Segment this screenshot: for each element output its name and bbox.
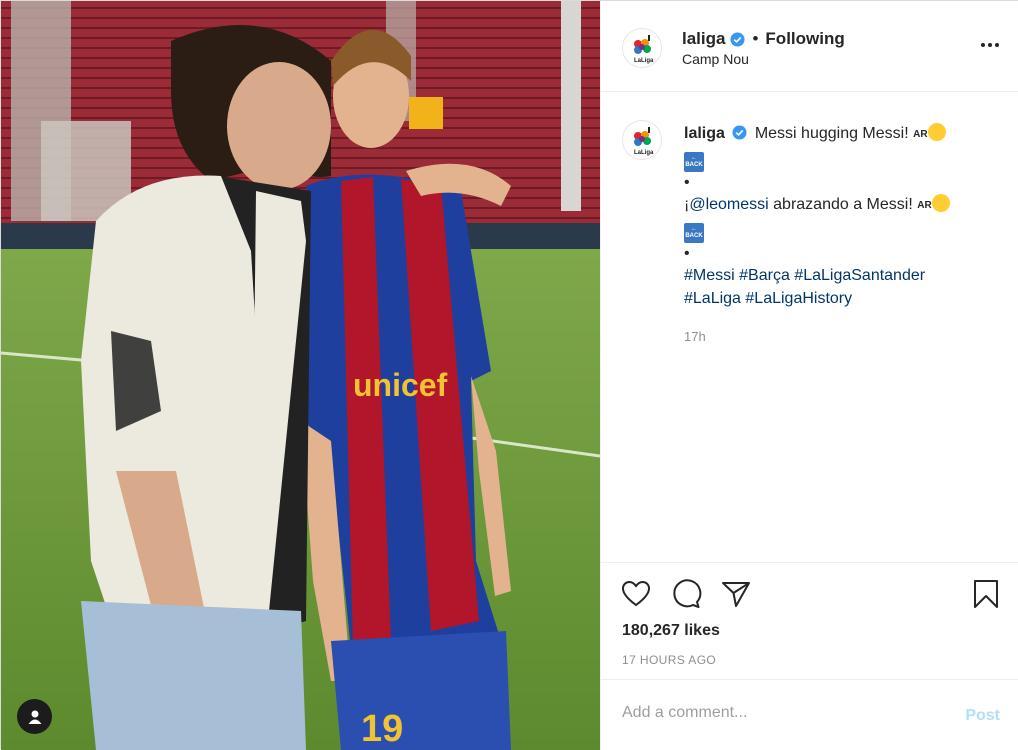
caption-message: Messi hugging Messi! — [754, 125, 909, 142]
back-emoji-row: ← BACK — [684, 218, 1004, 243]
back-arrow-icon: ← BACK — [684, 222, 704, 243]
bullet-1: • — [684, 173, 690, 191]
hugging-face-icon — [931, 194, 950, 212]
svg-text:unicef: unicef — [353, 367, 448, 403]
separator-dot: • — [752, 29, 759, 48]
user-icon — [28, 710, 41, 724]
caption-time[interactable]: 17h — [684, 326, 1004, 349]
ar-label: AR — [917, 200, 932, 211]
back-arrow-icon: ← BACK — [684, 151, 704, 172]
hashtags-row-2: #LaLiga #LaLigaHistory — [684, 288, 1004, 311]
photo-illustration: unicef 19 — [1, 1, 600, 750]
post-header: LaLiga laliga • Following Camp Nou — [601, 1, 1018, 92]
mention-link[interactable]: @leomessi — [689, 196, 768, 213]
comment-icon[interactable] — [670, 578, 702, 610]
more-options-icon[interactable] — [980, 37, 1000, 48]
caption-section: LaLiga laliga Messi hugging Messi! AR ← B… — [601, 93, 1018, 561]
laliga-logo: LaLiga — [634, 127, 654, 156]
likes-count[interactable]: 180,267 likes — [622, 622, 720, 640]
back-emoji-row: ← BACK — [684, 147, 1004, 172]
svg-text:LaLiga: LaLiga — [634, 58, 654, 64]
header-username[interactable]: laliga — [682, 29, 725, 49]
actions-section: 180,267 likes 17 HOURS AGO — [601, 562, 1018, 679]
hashtags-row-1: #Messi #Barça #LaLigaSantander — [684, 265, 1004, 288]
location-link[interactable]: Camp Nou — [682, 51, 749, 67]
laliga-logo: LaLiga — [634, 35, 654, 64]
caption-avatar[interactable]: LaLiga — [622, 120, 662, 160]
comment-input[interactable] — [622, 704, 942, 722]
svg-text:19: 19 — [361, 708, 403, 750]
post-photo[interactable]: unicef 19 — [1, 1, 600, 750]
post-comment-button[interactable]: Post — [965, 707, 1000, 725]
more-options-dots — [981, 43, 999, 47]
bullet-2: • — [684, 244, 690, 262]
instagram-post-modal: unicef 19 LaLiga laliga • Following Camp… — [0, 0, 1018, 750]
avatar[interactable]: LaLiga — [622, 28, 662, 68]
hashtag-link[interactable]: #LaLigaSantander — [794, 267, 925, 284]
caption-username[interactable]: laliga — [684, 125, 725, 142]
header-username-row: laliga • Following — [682, 29, 845, 49]
caption-line-2: ¡@leomessi abrazando a Messi! AR — [684, 194, 1004, 218]
ar-label: AR — [913, 129, 928, 140]
bookmark-icon[interactable] — [970, 578, 1002, 610]
paper-plane-icon[interactable] — [720, 578, 752, 610]
post-side-panel: LaLiga laliga • Following Camp Nou LaLig… — [600, 1, 1018, 750]
verified-badge-icon — [732, 125, 747, 140]
verified-badge-icon — [730, 31, 745, 47]
heart-icon[interactable] — [620, 578, 652, 610]
post-timestamp[interactable]: 17 HOURS AGO — [622, 653, 716, 667]
svg-text:LaLiga: LaLiga — [634, 150, 654, 156]
caption-message-es: abrazando a Messi! — [768, 196, 913, 213]
tagged-users-button[interactable] — [17, 699, 52, 734]
caption-line-1: laliga Messi hugging Messi! AR — [684, 123, 1004, 147]
hashtag-link[interactable]: #Barça — [739, 267, 790, 284]
hugging-face-icon — [927, 123, 946, 141]
hashtag-link[interactable]: #Messi — [684, 267, 735, 284]
following-button[interactable]: Following — [765, 29, 844, 49]
hashtag-link[interactable]: #LaLigaHistory — [745, 290, 852, 307]
comment-section: Post — [601, 679, 1018, 750]
hashtag-link[interactable]: #LaLiga — [684, 290, 741, 307]
caption-text: laliga Messi hugging Messi! AR ← BACK • ¡… — [684, 123, 1004, 349]
